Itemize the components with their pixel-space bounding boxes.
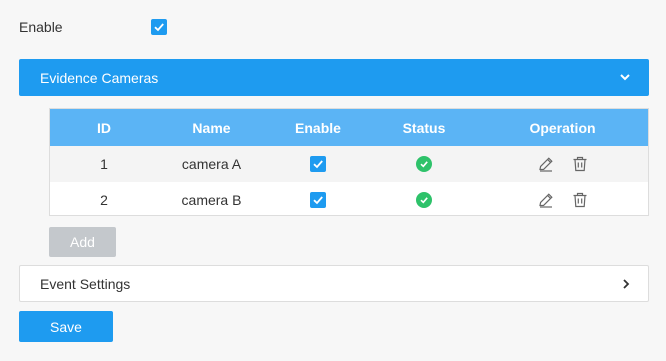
edit-icon[interactable] [537,155,555,173]
table-row: 2 camera B [50,182,648,218]
delete-icon[interactable] [571,191,589,209]
row-name: camera B [181,192,242,208]
enable-label: Enable [19,19,63,35]
edit-icon[interactable] [537,191,555,209]
event-settings-header[interactable]: Event Settings [19,265,649,302]
enable-checkbox[interactable] [151,19,167,35]
row-name: camera A [181,156,242,172]
chevron-down-icon [620,74,630,81]
header-enable: Enable [295,119,341,136]
row-id: 2 [100,192,108,208]
header-status: Status [402,119,446,136]
save-button[interactable]: Save [19,311,113,342]
status-online-icon [416,192,432,208]
status-online-icon [416,156,432,172]
check-icon [154,23,164,32]
row-enable-checkbox[interactable] [310,192,326,208]
check-icon [313,196,323,205]
evidence-settings-panel: Enable Evidence Cameras ID Name Enable S… [0,0,666,361]
evidence-cameras-title: Evidence Cameras [40,69,159,86]
event-settings-title: Event Settings [40,275,131,292]
row-id: 1 [100,156,108,172]
add-button[interactable]: Add [49,227,116,257]
header-name: Name [192,119,231,136]
evidence-cameras-header[interactable]: Evidence Cameras [19,59,649,96]
check-icon [313,160,323,169]
enable-row: Enable [19,17,63,37]
table-header: ID Name Enable Status Operation [50,109,648,146]
camera-table: ID Name Enable Status Operation 1 camera… [49,108,649,216]
chevron-right-icon [623,279,630,289]
table-row: 1 camera A [50,146,648,182]
row-enable-checkbox[interactable] [310,156,326,172]
check-icon [420,197,428,204]
check-icon [420,161,428,168]
delete-icon[interactable] [571,155,589,173]
header-id: ID [97,119,111,136]
header-operation: Operation [529,119,596,136]
